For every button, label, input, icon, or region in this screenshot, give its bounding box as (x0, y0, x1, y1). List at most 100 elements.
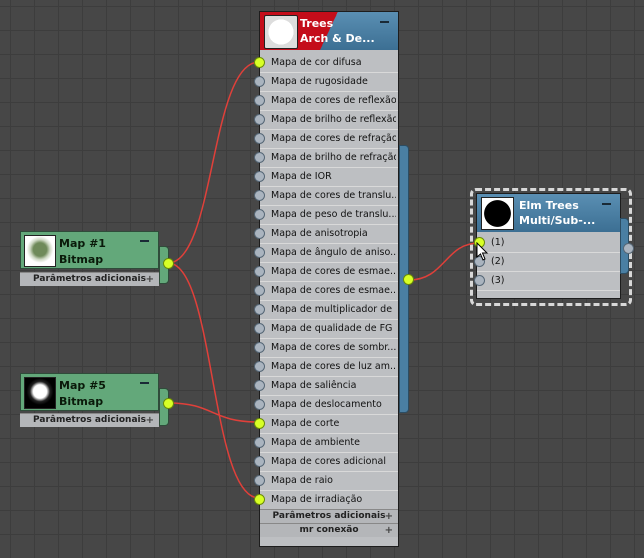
slot-input-port[interactable] (254, 190, 265, 201)
material-slot[interactable]: Mapa de brilho de reflexão (254, 111, 398, 130)
material-slot[interactable]: Mapa de raio (254, 472, 398, 491)
slot-input-port[interactable] (254, 418, 265, 429)
map5-subtitle: Bitmap (59, 395, 104, 408)
multi-slot-label: (3) (491, 275, 505, 286)
slot-input-port[interactable] (254, 152, 265, 163)
slot-label: Mapa de IOR (271, 171, 332, 182)
slot-label: Mapa de cores de sombr... (271, 342, 396, 353)
plus-icon[interactable]: + (146, 414, 154, 427)
slot-input-port[interactable] (254, 114, 265, 125)
multi-slot[interactable]: (3) (474, 272, 620, 291)
map5-output-port[interactable] (163, 398, 174, 409)
material-slot[interactable]: Mapa de cores de translu... (254, 187, 398, 206)
multi-node-elm-trees[interactable]: Elm Trees Multi/Sub-... (1) (2) (3) (474, 193, 621, 299)
material-slot[interactable]: Mapa de ambiente (254, 434, 398, 453)
slot-input-port[interactable] (254, 437, 265, 448)
slot-label: Mapa de brilho de reflexão (271, 114, 396, 125)
slot-input-port[interactable] (254, 247, 265, 258)
material-slot[interactable]: Mapa de brilho de refração (254, 149, 398, 168)
wire-map1-diffuse (167, 61, 260, 264)
slot-input-port[interactable] (254, 266, 265, 277)
multi-slot[interactable]: (1) (474, 234, 620, 253)
wire-map5-cutout (167, 402, 260, 423)
slot-input-port[interactable] (254, 209, 265, 220)
slot-input-port[interactable] (254, 304, 265, 315)
multi-node-header[interactable]: Elm Trees Multi/Sub-... (477, 194, 620, 232)
material-slot[interactable]: Mapa de cores adicional (254, 453, 398, 472)
material-slot[interactable]: Mapa de multiplicador de ... (254, 301, 398, 320)
slot-label: Mapa de cores de translu... (271, 190, 396, 201)
slot-input-port[interactable] (254, 494, 265, 505)
material-slot[interactable]: Mapa de corte (254, 415, 398, 434)
material-slot[interactable]: Mapa de cores de esmae... (254, 263, 398, 282)
slot-label: Mapa de peso de translu... (271, 209, 396, 220)
slot-label: Mapa de saliência (271, 380, 357, 391)
material-slot[interactable]: Mapa de saliência (254, 377, 398, 396)
map5-rollout[interactable]: Parâmetros adicionais + (20, 413, 159, 427)
slot-label: Mapa de multiplicador de ... (271, 304, 396, 315)
material-title-2: Arch & De... (300, 32, 375, 45)
plus-icon[interactable]: + (385, 510, 393, 523)
slot-label: Mapa de raio (271, 475, 333, 486)
material-slot[interactable]: Mapa de irradiação (254, 491, 398, 510)
material-slot[interactable]: Mapa de cores de sombr... (254, 339, 398, 358)
map5-node[interactable]: Map #5 Bitmap (20, 373, 159, 411)
slot-label: Mapa de cores de luz am... (271, 361, 396, 372)
material-slot[interactable]: Mapa de cores de luz am... (254, 358, 398, 377)
minimize-icon[interactable] (602, 203, 611, 205)
multi-slot-label: (2) (491, 256, 505, 267)
material-node-header[interactable]: Trees Arch & De... (260, 12, 398, 50)
material-node-trees[interactable]: Trees Arch & De... Mapa de cor difusa Map… (254, 11, 399, 547)
material-preview-icon (264, 15, 298, 49)
material-slot[interactable]: Mapa de qualidade de FG (254, 320, 398, 339)
multi-slot[interactable]: (2) (474, 253, 620, 272)
slot-input-port[interactable] (254, 361, 265, 372)
material-slot[interactable]: Mapa de cores de refração (254, 130, 398, 149)
material-slot[interactable]: Mapa de ângulo de aniso... (254, 244, 398, 263)
multi-title-2: Multi/Sub-... (519, 214, 596, 227)
slot-input-port[interactable] (254, 380, 265, 391)
material-slot[interactable]: Mapa de IOR (254, 168, 398, 187)
material-preview-icon (481, 197, 514, 230)
slot-input-port[interactable] (254, 95, 265, 106)
slot-input-port[interactable] (254, 76, 265, 87)
material-output-port[interactable] (403, 274, 414, 285)
slot-label: Mapa de cores de esmae... (271, 285, 396, 296)
slot-input-port[interactable] (254, 475, 265, 486)
wire-map1-irradiance (167, 262, 260, 499)
slot-input-port[interactable] (254, 57, 265, 68)
slot-input-port[interactable] (254, 228, 265, 239)
slot-input-port[interactable] (254, 342, 265, 353)
slot-label: Mapa de cores de refração (271, 133, 396, 144)
slot-label: Mapa de ambiente (271, 437, 360, 448)
rollout-mr-connection[interactable]: mr conexão + (260, 523, 398, 537)
material-slot[interactable]: Mapa de rugosidade (254, 73, 398, 92)
plus-icon[interactable]: + (146, 273, 154, 286)
slot-input-port[interactable] (254, 456, 265, 467)
material-slot[interactable]: Mapa de deslocamento (254, 396, 398, 415)
slot-input-port[interactable] (254, 171, 265, 182)
map1-rollout[interactable]: Parâmetros adicionais + (20, 272, 159, 286)
slot-label: Mapa de corte (271, 418, 340, 429)
minimize-icon[interactable] (140, 240, 149, 242)
multi-output-port[interactable] (623, 243, 634, 254)
material-slot[interactable]: Mapa de cores de esmae... (254, 282, 398, 301)
map1-title: Map #1 (59, 237, 106, 250)
rollout-additional-params[interactable]: Parâmetros adicionais + (260, 509, 398, 523)
material-slot[interactable]: Mapa de cor difusa (254, 54, 398, 73)
material-slot[interactable]: Mapa de peso de translu... (254, 206, 398, 225)
material-slot[interactable]: Mapa de cores de reflexão (254, 92, 398, 111)
slot-input-port[interactable] (254, 323, 265, 334)
slot-input-port[interactable] (254, 133, 265, 144)
material-slot[interactable]: Mapa de anisotropia (254, 225, 398, 244)
minimize-icon[interactable] (140, 382, 149, 384)
slot-input-port[interactable] (254, 399, 265, 410)
multi-slot-port[interactable] (474, 275, 485, 286)
map1-node[interactable]: Map #1 Bitmap (20, 231, 159, 269)
plus-icon[interactable]: + (385, 524, 393, 537)
slot-input-port[interactable] (254, 285, 265, 296)
map1-output-port[interactable] (163, 258, 174, 269)
slot-label: Mapa de irradiação (271, 494, 363, 505)
minimize-icon[interactable] (380, 21, 389, 23)
slot-label: Mapa de brilho de refração (271, 152, 396, 163)
